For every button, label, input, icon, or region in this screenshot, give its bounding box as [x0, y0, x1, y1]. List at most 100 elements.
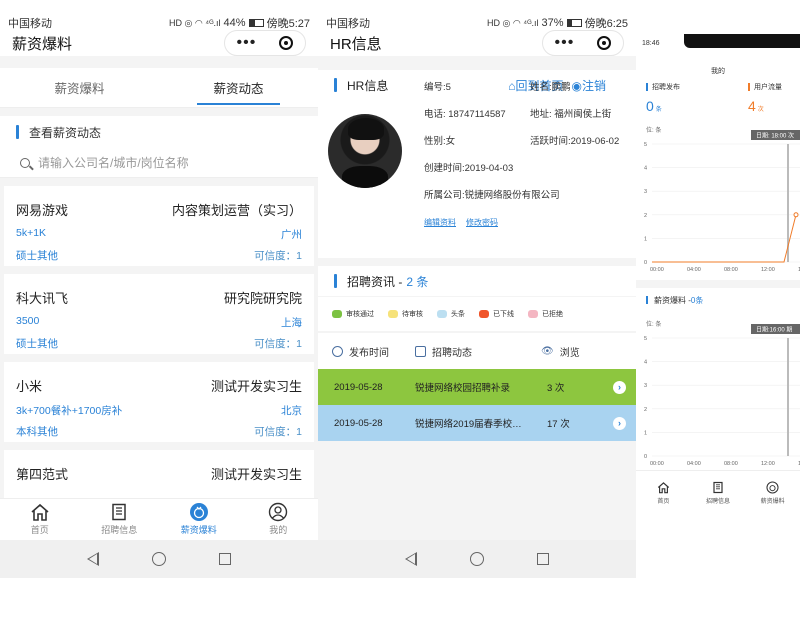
education-label: 硕士其他 — [16, 250, 58, 262]
hr-active-time: 活跃时间:2019-06-02 — [530, 135, 620, 147]
tabbar-label: 薪资爆料 — [180, 525, 217, 535]
hr-company: 所属公司:锐捷网络股份有限公司 — [424, 189, 560, 201]
bottom-tab-bar: 首页 招聘信息 薪资爆料 — [636, 470, 800, 514]
recents-icon[interactable] — [219, 553, 232, 565]
search-bar[interactable]: 请输入公司名/城市/岗位名称 — [0, 148, 318, 178]
close-target-icon[interactable] — [279, 36, 294, 50]
book-icon — [109, 503, 129, 521]
x-tick-label: 00:00 — [650, 267, 664, 272]
section-title: 薪资爆料 - — [654, 295, 691, 305]
value: 0 — [646, 98, 654, 114]
table-row[interactable]: 2019-05-28 锐捷网络2019届春季校… 17 次 › — [318, 405, 636, 441]
stat-traffic-value: 4次 — [748, 98, 764, 114]
close-target-icon[interactable] — [597, 36, 612, 50]
company-name: 科大讯飞 — [16, 291, 69, 306]
tab-salary-feed[interactable]: 薪资动态 — [159, 68, 318, 107]
position-name: 研究院研究院 — [223, 291, 302, 306]
salary-value: 3500 — [16, 315, 40, 327]
education-label: 本科其他 — [16, 426, 58, 438]
more-icon[interactable]: ••• — [555, 35, 575, 51]
tabbar-salary[interactable]: 薪资爆料 — [745, 471, 800, 514]
tabbar-home[interactable]: 首页 — [636, 471, 691, 514]
salary-value: 5k+1K — [16, 227, 47, 239]
stat-marker — [748, 83, 750, 91]
carrier-label: 中国移动 — [8, 18, 52, 30]
tabbar-mine[interactable]: 我的 — [239, 499, 319, 540]
row-date: 2019-05-28 — [334, 417, 383, 429]
salary-value: 3k+700餐补+1700房补 — [16, 405, 123, 417]
hr-created: 创建时间:2019-04-03 — [424, 162, 514, 174]
system-nav-bar — [0, 540, 318, 578]
y-tick-label: 0 — [644, 454, 647, 460]
row-title: 锐捷网络2019届春季校… — [415, 419, 522, 430]
legend-label: 待审核 — [402, 311, 423, 318]
edit-profile-link[interactable]: 编辑资料 — [424, 217, 456, 228]
legend-swatch — [437, 310, 447, 318]
chevron-right-icon[interactable]: › — [613, 416, 626, 430]
city-name: 上海 — [281, 317, 302, 329]
col-views: 👁 浏览 — [535, 344, 580, 359]
back-icon[interactable] — [404, 552, 417, 566]
tabbar-jobs[interactable]: 招聘信息 — [80, 499, 160, 540]
unit: 条 — [655, 107, 662, 113]
x-tick-label: 08:00 — [724, 461, 738, 466]
more-icon[interactable]: ••• — [237, 35, 257, 51]
legend-swatch — [528, 310, 538, 318]
user-icon — [268, 502, 288, 522]
tabbar-home[interactable]: 首页 — [0, 499, 80, 540]
chart-tooltip: 日期:16:00 期 — [756, 326, 792, 334]
table-row[interactable]: 2019-05-28 锐捷网络校园招聘补录 3 次 › — [318, 369, 636, 405]
home-icon — [30, 503, 50, 521]
y-tick-label: 4 — [644, 166, 647, 172]
salary-report-chart: 位: 条 日期:16:00 期 5 4 3 2 1 000:00 04:00 08:00 12:… — [644, 320, 800, 466]
home-circle-icon[interactable] — [469, 552, 484, 566]
legend-item: 审核通过 — [332, 309, 374, 319]
tabbar-jobs[interactable]: 招聘信息 — [691, 471, 746, 514]
tab-bar-top: 薪资爆料 薪资动态 — [0, 68, 318, 108]
legend-item: 头条 — [437, 309, 465, 319]
camera-notch — [684, 34, 800, 48]
back-icon[interactable] — [86, 552, 99, 566]
legend-swatch — [332, 310, 342, 318]
battery-fill — [567, 20, 573, 26]
legend-label: 头条 — [451, 311, 465, 318]
section-marker — [334, 78, 337, 92]
recruit-title: 招聘资讯 - — [347, 274, 403, 289]
education-label: 硕士其他 — [16, 338, 58, 350]
tabbar-label: 首页 — [657, 498, 670, 505]
row-views: 3 次 — [547, 383, 565, 394]
search-input[interactable]: 请输入公司名/城市/岗位名称 — [38, 154, 189, 171]
battery-icon — [248, 19, 264, 27]
home-circle-icon[interactable] — [151, 552, 166, 566]
money-bag-icon — [766, 480, 779, 494]
legend-item: 已拒绝 — [528, 309, 563, 319]
stat-label: 招聘发布 — [652, 84, 680, 91]
credibility-label: 可信度：1 — [254, 426, 302, 438]
change-password-link[interactable]: 修改密码 — [466, 217, 498, 228]
battery-fill — [249, 20, 256, 26]
tabbar-label: 招聘信息 — [706, 498, 731, 505]
battery-icon — [566, 19, 582, 27]
chevron-right-icon[interactable]: › — [613, 380, 626, 394]
salary-card[interactable]: 科大讯飞 研究院研究院 3500 上海 硕士其他 可信度：1 — [4, 274, 314, 354]
section-marker — [646, 296, 648, 304]
stat-jobs: 招聘发布 — [646, 82, 680, 92]
y-tick-label: 3 — [644, 383, 647, 389]
salary-card[interactable]: 小米 测试开发实习生 3k+700餐补+1700房补 北京 本科其他 可信度：1 — [4, 362, 314, 442]
legend-item: 已下线 — [479, 309, 514, 319]
unit: 次 — [757, 107, 764, 113]
salary-screen: 中国移动 HD ◎ ◠ ⁴ᴳ.ıl 44% 傍晚5:27 薪资爆料 ••• 薪资… — [0, 0, 318, 578]
chart-tooltip: 日期: 18:00 次 — [756, 132, 794, 140]
hr-name: 姓名:鹏鹏 — [530, 81, 571, 93]
tab-salary-report[interactable]: 薪资爆料 — [0, 68, 159, 107]
x-tick-label: 12:00 — [761, 461, 775, 466]
tabbar-salary[interactable]: 薪资爆料 — [159, 499, 239, 540]
position-name: 内容策划运营（实习） — [171, 203, 302, 218]
salary-card[interactable]: 网易游戏 内容策划运营（实习） 5k+1K 广州 硕士其他 可信度：1 — [4, 186, 314, 266]
stat-traffic: 用户流量 — [748, 82, 782, 92]
hr-details: 编号:5 姓名:鹏鹏 电话: 18747114587 地址: 福州闽侯上街 性别:女… — [424, 72, 630, 237]
x-tick-label: 08:00 — [724, 267, 738, 272]
recruit-list: 2019-05-28 锐捷网络校园招聘补录 3 次 › 2019-05-28 锐… — [318, 369, 636, 441]
y-tick-label: 2 — [644, 213, 647, 219]
recents-icon[interactable] — [537, 553, 550, 565]
